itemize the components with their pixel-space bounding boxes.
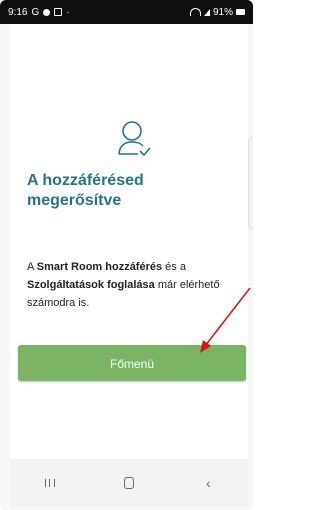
body-bold-smart-room: Smart Room hozzáférés: [36, 261, 163, 273]
access-description: A Smart Room hozzáférés és a Szolgáltatá…: [27, 258, 232, 312]
status-dot: ·: [66, 6, 70, 18]
status-carrier: G: [31, 6, 40, 18]
main-menu-button[interactable]: Főmenü: [18, 345, 246, 381]
back-button[interactable]: ‹: [188, 469, 228, 497]
gallery-icon: [54, 8, 63, 16]
home-button[interactable]: [109, 469, 149, 497]
phone-screen: 9:16 G · 91% A hozzáférésed megerősítve …: [0, 0, 253, 510]
back-icon: ‹: [205, 475, 211, 491]
recent-apps-button[interactable]: [30, 469, 70, 497]
main-content: [10, 24, 248, 459]
status-left: 9:16 G ·: [8, 7, 70, 18]
body-part-1: A: [27, 261, 37, 273]
recent-apps-icon: [44, 479, 55, 487]
status-right: 91%: [189, 6, 245, 18]
body-part-2: és a: [162, 261, 186, 273]
status-bar: 9:16 G · 91%: [0, 0, 253, 24]
user-check-icon: [118, 121, 151, 157]
home-icon: [123, 477, 134, 489]
battery-icon: [236, 9, 245, 15]
body-bold-services: Szolgáltatások foglalása: [27, 279, 155, 291]
signal-icon: [203, 8, 210, 16]
status-time: 9:16: [8, 6, 28, 18]
notification-icon: [43, 8, 51, 16]
page-title: A hozzáférésed megerősítve: [27, 172, 144, 209]
system-nav-bar: ‹: [10, 459, 248, 507]
wifi-icon: [189, 8, 201, 16]
battery-percent: 91%: [212, 6, 233, 18]
side-card-edge: [248, 136, 253, 230]
